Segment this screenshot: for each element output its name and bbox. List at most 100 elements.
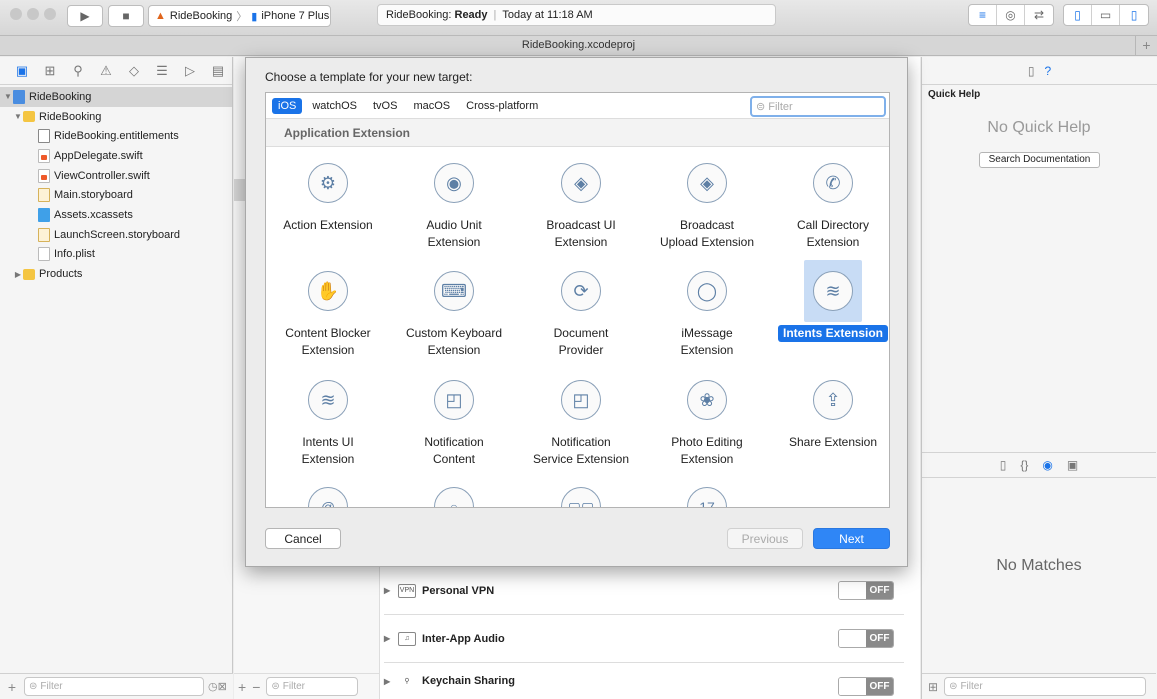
disclosure-closed-icon[interactable]: ▶	[384, 677, 398, 686]
template-icon-wrap: ✆	[804, 152, 862, 214]
tab-macos[interactable]: macOS	[407, 98, 456, 114]
debug-icon[interactable]: ☰	[148, 63, 176, 79]
grid-icon: ▢▢	[561, 487, 601, 507]
navigator-filter-input[interactable]: ⊜ Filter	[24, 677, 204, 696]
template-tile-partial[interactable]: ▢▢	[521, 476, 641, 507]
template-tile[interactable]: ◉ Audio Unit Extension	[394, 152, 514, 251]
help-icon[interactable]: ?	[1044, 64, 1051, 78]
search-documentation-button[interactable]: Search Documentation	[979, 152, 1100, 168]
template-tile[interactable]: ⚙ Action Extension	[268, 152, 388, 234]
template-tile[interactable]: ⟳ Document Provider	[521, 260, 641, 359]
disclosure-closed-icon[interactable]: ▶	[384, 634, 398, 643]
template-tile[interactable]: ◈ Broadcast UI Extension	[521, 152, 641, 251]
recent-files-icon[interactable]: ◷⊠	[208, 680, 227, 693]
disclosure-closed-icon[interactable]: ▶	[384, 586, 398, 595]
object-library-icon[interactable]: ◉	[1042, 458, 1052, 472]
section-title: Application Extension	[266, 119, 889, 147]
file-inspector-icon[interactable]: ▯	[1028, 64, 1035, 78]
new-tab-button[interactable]: +	[1135, 36, 1157, 55]
template-filter-input[interactable]: ⊜ Filter	[750, 96, 886, 117]
capability-toggle[interactable]: OFF	[838, 581, 894, 600]
template-icon-wrap: @	[299, 476, 357, 507]
navigator-toggle-icon[interactable]: ▯	[1064, 5, 1092, 25]
close-window-button[interactable]	[10, 8, 22, 20]
scheme-selector[interactable]: ▲ RideBooking 〉 ▮ iPhone 7 Plus	[148, 5, 331, 27]
previous-button[interactable]: Previous	[727, 528, 803, 549]
template-tile[interactable]: ⌨ Custom Keyboard Extension	[394, 260, 514, 359]
breakpoint-icon[interactable]: ▷	[176, 63, 204, 79]
template-tile[interactable]: ❀ Photo Editing Extension	[647, 369, 767, 468]
swift-file-icon	[38, 168, 50, 183]
code-snippet-icon[interactable]: {}	[1020, 458, 1028, 472]
filter-icon: ⊜	[949, 681, 958, 692]
cancel-button[interactable]: Cancel	[265, 528, 341, 549]
add-icon[interactable]: +	[238, 679, 246, 695]
library-selector-bar: ▯ {} ◉ ▣	[922, 452, 1156, 478]
hierarchy-icon[interactable]: ⊞	[36, 63, 64, 79]
tree-item-group[interactable]: ▼ RideBooking	[0, 107, 232, 127]
tree-item-group[interactable]: ▶ Products	[0, 264, 232, 284]
template-icon-wrap: ⌨	[425, 260, 483, 322]
stop-button[interactable]: ■	[108, 5, 144, 27]
minimize-window-button[interactable]	[27, 8, 39, 20]
template-label-line2: Extension	[427, 343, 481, 357]
storyboard-file-icon	[38, 227, 50, 242]
tab-ios[interactable]: iOS	[272, 97, 303, 114]
tree-item-file[interactable]: ViewController.swift	[0, 166, 232, 186]
tree-item-file[interactable]: AppDelegate.swift	[0, 146, 232, 166]
run-button[interactable]: ▶	[67, 5, 103, 27]
utilities-toggle-icon[interactable]: ▯	[1120, 5, 1148, 25]
debug-area-toggle-icon[interactable]: ▭	[1092, 5, 1120, 25]
tree-item-file[interactable]: Main.storyboard	[0, 185, 232, 205]
assistant-editor-icon[interactable]: ◎	[997, 5, 1025, 25]
report-icon[interactable]: ▤	[204, 63, 232, 79]
tab-watchos[interactable]: watchOS	[306, 98, 363, 114]
disclosure-open-icon[interactable]: ▼	[3, 92, 13, 101]
media-library-icon[interactable]: ▣	[1067, 458, 1078, 472]
tree-item-file[interactable]: RideBooking.entitlements	[0, 126, 232, 146]
standard-editor-icon[interactable]: ≡	[969, 5, 997, 25]
add-icon[interactable]: +	[4, 679, 20, 695]
status-time: Today at 11:18 AM	[502, 9, 593, 21]
disclosure-closed-icon[interactable]: ▶	[13, 270, 23, 279]
capability-row[interactable]: ▶ VPN Personal VPN OFF	[384, 567, 904, 615]
disclosure-open-icon[interactable]: ▼	[13, 112, 23, 121]
template-tile[interactable]: ≋ Intents Extension	[773, 260, 889, 342]
grid-view-icon[interactable]: ⊞	[928, 680, 938, 694]
tree-item-file[interactable]: LaunchScreen.storyboard	[0, 225, 232, 245]
next-button[interactable]: Next	[813, 528, 890, 549]
search-icon[interactable]: ⚲	[64, 63, 92, 79]
warning-icon[interactable]: ⚠	[92, 63, 120, 79]
target-filter-input[interactable]: ⊜ Filter	[266, 677, 359, 696]
version-editor-icon[interactable]: ⇄	[1025, 5, 1053, 25]
template-tile-partial[interactable]: @	[268, 476, 388, 507]
template-tile[interactable]: ✋ Content Blocker Extension	[268, 260, 388, 359]
capability-row[interactable]: ▶ ⚲ Keychain Sharing OFF	[384, 663, 904, 699]
template-tile[interactable]: ◰ Notification Service Extension	[521, 369, 641, 468]
library-filter-input[interactable]: ⊜ Filter	[944, 677, 1147, 696]
test-icon[interactable]: ◇	[120, 63, 148, 79]
inter-app-audio-icon: ♫	[398, 631, 416, 646]
capability-row[interactable]: ▶ ♫ Inter-App Audio OFF	[384, 615, 904, 663]
template-tile[interactable]: ◰ Notification Content	[394, 369, 514, 468]
template-tile[interactable]: ≋ Intents UI Extension	[268, 369, 388, 468]
folder-icon[interactable]: ▣	[8, 63, 36, 79]
template-tile[interactable]: ✆ Call Directory Extension	[773, 152, 889, 251]
zoom-window-button[interactable]	[44, 8, 56, 20]
template-tile[interactable]: ◈ Broadcast Upload Extension	[647, 152, 767, 251]
remove-icon[interactable]: −	[252, 679, 260, 695]
capability-toggle[interactable]: OFF	[838, 677, 894, 696]
tree-item-project[interactable]: ▼ RideBooking	[0, 87, 232, 107]
tree-item-file[interactable]: Info.plist	[0, 245, 232, 265]
tab-tvos[interactable]: tvOS	[367, 98, 403, 114]
project-icon	[13, 89, 25, 104]
template-tile[interactable]: ⇪ Share Extension	[773, 369, 889, 451]
template-tile-partial[interactable]: ○	[394, 476, 514, 507]
tab-cross-platform[interactable]: Cross-platform	[460, 98, 544, 114]
tree-item-file[interactable]: Assets.xcassets	[0, 205, 232, 225]
template-tile-partial[interactable]: 17	[647, 476, 767, 507]
file-template-icon[interactable]: ▯	[1000, 458, 1007, 472]
template-tile[interactable]: ◯ iMessage Extension	[647, 260, 767, 359]
tab-title[interactable]: RideBooking.xcodeproj	[522, 39, 635, 51]
capability-toggle[interactable]: OFF	[838, 629, 894, 648]
